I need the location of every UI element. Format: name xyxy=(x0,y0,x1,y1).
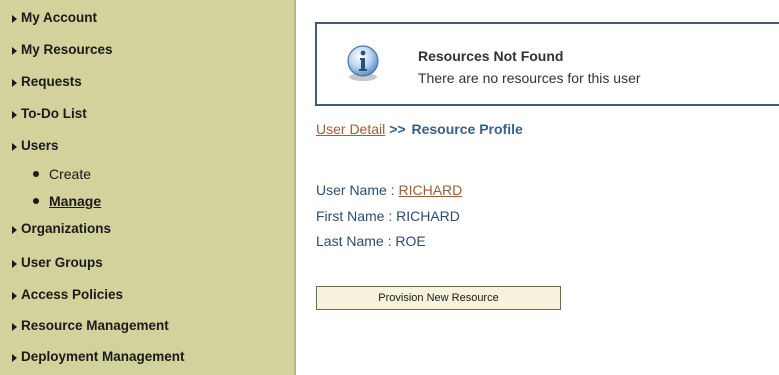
user-name-link[interactable]: RICHARD xyxy=(398,182,462,198)
breadcrumb-separator: >> xyxy=(389,121,406,137)
sidebar-item-label: Users xyxy=(21,137,59,153)
caret-right-icon xyxy=(12,322,17,331)
sidebar-item-my-account[interactable]: My Account xyxy=(0,5,294,29)
sidebar-item-label: Deployment Management xyxy=(21,348,185,364)
sidebar-item-label: Access Policies xyxy=(21,286,124,302)
info-icon xyxy=(347,45,379,81)
caret-right-icon xyxy=(12,225,17,234)
sidebar-item-label: Organizations xyxy=(21,220,112,236)
sidebar-subitem-manage: Manage xyxy=(0,190,294,212)
caret-right-icon xyxy=(12,291,17,300)
sidebar-item-my-resources[interactable]: My Resources xyxy=(0,37,294,61)
sidebar-item-todo-list[interactable]: To-Do List xyxy=(0,101,294,125)
last-name-label: Last Name : xyxy=(316,233,396,249)
caret-right-icon xyxy=(12,353,17,362)
caret-right-icon xyxy=(12,46,17,55)
caret-right-icon xyxy=(12,14,17,23)
sidebar-item-label: Resource Management xyxy=(21,317,169,333)
message-text: There are no resources for this user xyxy=(418,70,641,86)
last-name-row: Last Name : ROE xyxy=(316,233,426,249)
sidebar-nav: My Account My Resources Requests To-Do L… xyxy=(0,0,296,375)
caret-right-icon xyxy=(12,78,17,87)
first-name-value: RICHARD xyxy=(396,208,460,224)
sidebar-item-users[interactable]: Users xyxy=(0,133,294,157)
caret-right-icon xyxy=(12,142,17,151)
sidebar-subitem-label[interactable]: Manage xyxy=(49,193,101,209)
user-name-row: User Name : RICHARD xyxy=(316,182,462,198)
sidebar-item-label: User Groups xyxy=(21,254,103,270)
message-title: Resources Not Found xyxy=(418,48,564,64)
bullet-icon xyxy=(33,171,39,177)
sidebar-item-user-groups[interactable]: User Groups xyxy=(0,250,294,274)
sidebar-subitem-create: Create xyxy=(0,163,294,185)
sidebar-item-resource-management[interactable]: Resource Management xyxy=(0,313,294,337)
user-name-label: User Name : xyxy=(316,182,399,198)
info-message-box: Resources Not Found There are no resourc… xyxy=(315,22,779,106)
sidebar-item-requests[interactable]: Requests xyxy=(0,69,294,93)
caret-right-icon xyxy=(12,110,17,119)
bullet-icon xyxy=(33,198,39,204)
sidebar-subitem-label[interactable]: Create xyxy=(49,166,91,182)
caret-right-icon xyxy=(12,259,17,268)
sidebar-item-deployment-management[interactable]: Deployment Management xyxy=(0,344,294,368)
sidebar-item-label: My Resources xyxy=(21,41,113,57)
last-name-value: ROE xyxy=(395,233,426,249)
sidebar-item-label: My Account xyxy=(21,9,98,25)
sidebar-item-access-policies[interactable]: Access Policies xyxy=(0,282,294,306)
first-name-label: First Name : xyxy=(316,208,397,224)
sidebar-item-label: Requests xyxy=(21,73,82,89)
breadcrumb-current: Resource Profile xyxy=(411,121,523,137)
sidebar-item-label: To-Do List xyxy=(21,105,87,121)
first-name-row: First Name : RICHARD xyxy=(316,208,460,224)
breadcrumb: User Detail >> Resource Profile xyxy=(316,121,523,137)
breadcrumb-link-user-detail[interactable]: User Detail xyxy=(316,121,385,137)
sidebar-item-organizations[interactable]: Organizations xyxy=(0,216,294,240)
provision-new-resource-button[interactable]: Provision New Resource xyxy=(316,286,561,310)
